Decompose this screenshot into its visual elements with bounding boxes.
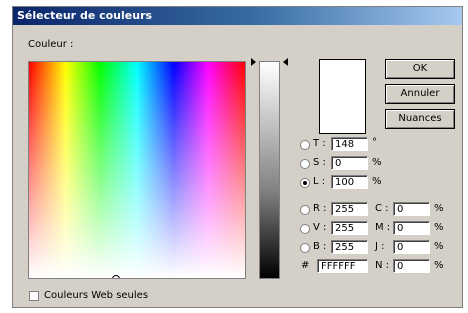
slider-right-arrow-icon[interactable] xyxy=(283,58,288,66)
yellow-label: J : xyxy=(375,241,385,252)
hue-field[interactable]: 148 xyxy=(331,137,368,151)
yellow-unit: % xyxy=(434,241,444,252)
web-colors-label: Couleurs Web seules xyxy=(44,290,149,301)
brightness-slider[interactable] xyxy=(259,61,280,279)
hex-symbol: # xyxy=(301,260,310,271)
yellow-field[interactable]: 0 xyxy=(393,240,430,254)
color-label: Couleur : xyxy=(28,39,74,50)
green-field[interactable]: 255 xyxy=(331,221,368,235)
radio-luminosity[interactable] xyxy=(300,178,310,188)
ok-button[interactable]: OK xyxy=(385,59,455,79)
radio-blue[interactable] xyxy=(300,243,310,253)
title-bar: Sélecteur de couleurs xyxy=(13,7,462,25)
radio-green[interactable] xyxy=(300,224,310,234)
blue-label: B : xyxy=(313,241,327,252)
color-cursor-icon[interactable] xyxy=(112,275,120,278)
magenta-label: M : xyxy=(375,222,391,233)
red-field[interactable]: 255 xyxy=(331,202,368,216)
black-label: N : xyxy=(375,260,390,271)
hue-unit: ° xyxy=(372,137,377,148)
color-picker-dialog: Sélecteur de couleurs Couleur : OK Annul… xyxy=(12,6,463,308)
magenta-field[interactable]: 0 xyxy=(393,221,430,235)
color-field[interactable] xyxy=(28,61,246,279)
cancel-button[interactable]: Annuler xyxy=(385,84,455,104)
radio-saturation[interactable] xyxy=(300,159,310,169)
luminosity-unit: % xyxy=(372,176,382,187)
black-field[interactable]: 0 xyxy=(393,259,430,273)
radio-hue[interactable] xyxy=(300,140,310,150)
blue-field[interactable]: 255 xyxy=(331,240,368,254)
radio-red[interactable] xyxy=(300,205,310,215)
cyan-unit: % xyxy=(434,203,444,214)
luminosity-label: L : xyxy=(313,176,326,187)
black-unit: % xyxy=(434,260,444,271)
cyan-label: C : xyxy=(375,203,389,214)
dialog-title: Sélecteur de couleurs xyxy=(17,9,153,22)
luminosity-field[interactable]: 100 xyxy=(331,175,368,189)
hex-field[interactable]: FFFFFF xyxy=(317,259,368,273)
saturation-label: S : xyxy=(313,157,326,168)
swatches-button[interactable]: Nuances xyxy=(385,109,455,129)
hue-label: T : xyxy=(313,138,326,149)
slider-left-arrow-icon[interactable] xyxy=(251,58,256,66)
saturation-field[interactable]: 0 xyxy=(331,156,368,170)
saturation-unit: % xyxy=(372,157,382,168)
cyan-field[interactable]: 0 xyxy=(393,202,430,216)
web-colors-checkbox[interactable] xyxy=(29,291,39,301)
green-label: V : xyxy=(313,222,327,233)
red-label: R : xyxy=(313,203,327,214)
magenta-unit: % xyxy=(434,222,444,233)
color-preview xyxy=(319,59,366,134)
